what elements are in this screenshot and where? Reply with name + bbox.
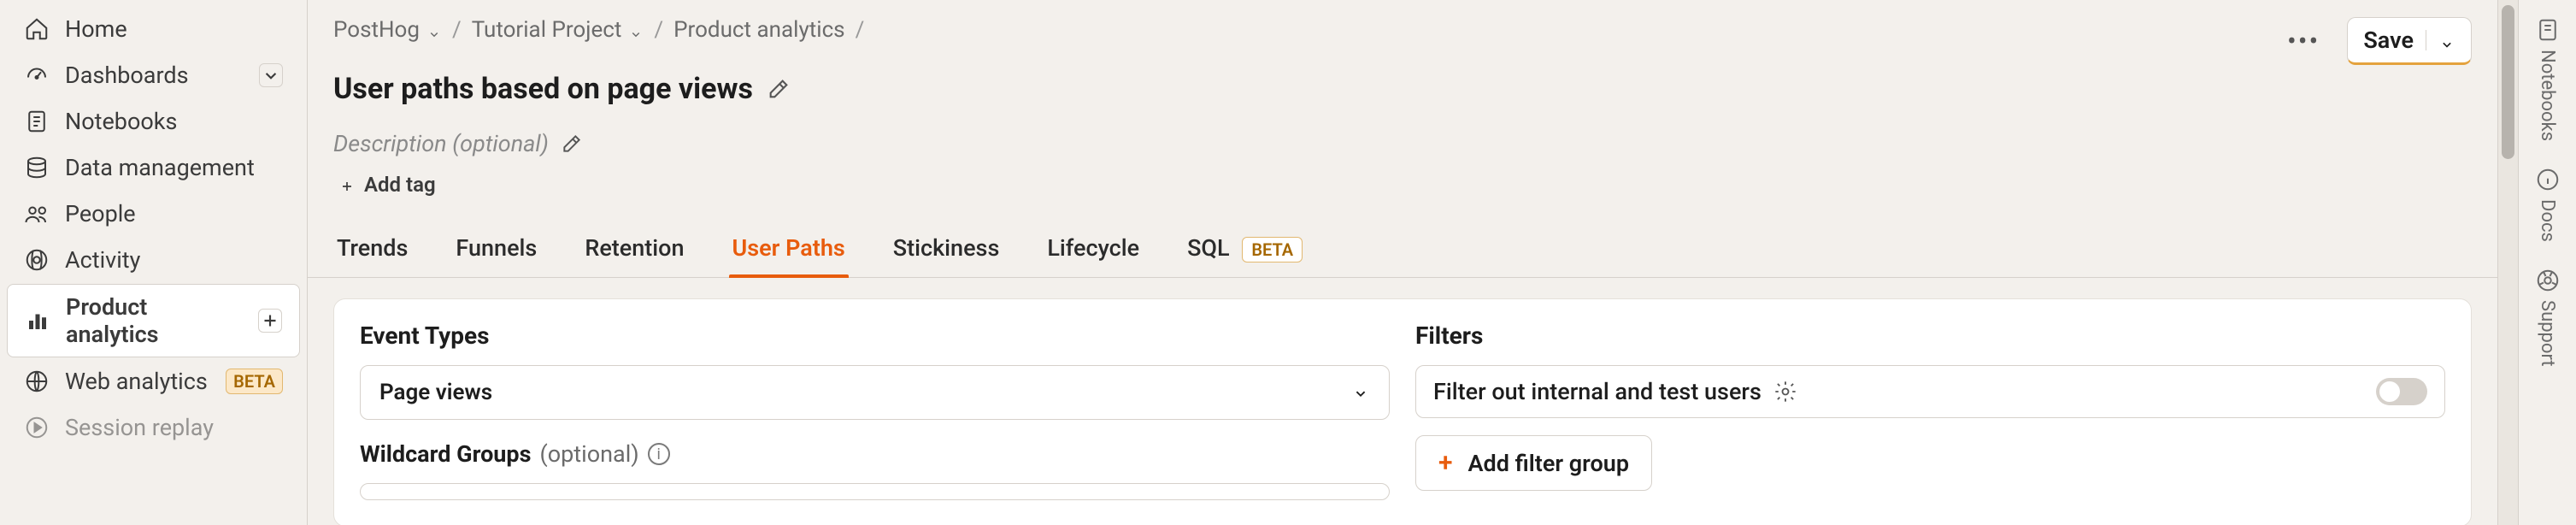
chevron-down-icon <box>628 22 644 38</box>
tab-funnels[interactable]: Funnels <box>452 224 540 277</box>
add-tag-button[interactable]: Add tag <box>333 169 441 200</box>
tab-label: SQL <box>1187 234 1230 262</box>
main-scrollbar[interactable] <box>2497 0 2518 525</box>
more-menu-button[interactable]: ••• <box>2280 21 2326 61</box>
sidebar-item-data-management[interactable]: Data management <box>7 145 300 190</box>
beta-badge: BETA <box>1242 237 1303 262</box>
tabs: Trends Funnels Retention User Paths Stic… <box>308 215 2497 278</box>
rail-item-support[interactable]: Support <box>2535 268 2561 367</box>
breadcrumb-separator: / <box>856 17 865 43</box>
play-icon <box>24 415 50 440</box>
filter-internal-label: Filter out internal and test users <box>1433 378 1761 405</box>
sidebar: Home Dashboards Notebooks Data managemen… <box>0 0 308 525</box>
sidebar-item-web-analytics[interactable]: Web analytics BETA <box>7 359 300 404</box>
rail-label: Support <box>2537 300 2558 367</box>
breadcrumb-item-posthog[interactable]: PostHog <box>333 17 442 43</box>
gear-icon[interactable] <box>1773 380 1797 404</box>
chevron-down-icon[interactable] <box>259 63 283 87</box>
sidebar-item-label: Data management <box>65 154 283 181</box>
scrollbar-thumb[interactable] <box>2502 5 2514 159</box>
globe-icon <box>24 369 50 394</box>
add-filter-group-button[interactable]: + Add filter group <box>1415 435 1652 491</box>
sidebar-item-home[interactable]: Home <box>7 7 300 51</box>
database-icon <box>24 155 50 180</box>
sidebar-item-product-analytics[interactable]: Product analytics <box>7 284 300 357</box>
save-button[interactable]: Save <box>2347 17 2472 65</box>
filter-internal-users-row: Filter out internal and test users <box>1415 365 2445 418</box>
description-placeholder[interactable]: Description (optional) <box>333 130 549 157</box>
rail-item-notebooks[interactable]: Notebooks <box>2535 17 2561 141</box>
sidebar-item-label: Session replay <box>65 414 283 441</box>
breadcrumb: PostHog / Tutorial Project / Product ana… <box>333 17 864 43</box>
optional-label: (optional) <box>540 440 639 468</box>
info-icon[interactable]: i <box>648 443 670 465</box>
breadcrumb-separator: / <box>452 17 462 43</box>
bar-chart-icon <box>25 308 50 333</box>
event-types-title: Event Types <box>360 321 1390 350</box>
plus-icon[interactable] <box>258 309 282 333</box>
sidebar-item-label: Dashboards <box>65 62 244 89</box>
beta-badge: BETA <box>226 369 283 394</box>
chevron-down-icon <box>426 22 442 38</box>
tab-user-paths[interactable]: User Paths <box>729 224 849 277</box>
rail-label: Notebooks <box>2537 50 2558 141</box>
sidebar-item-activity[interactable]: Activity <box>7 238 300 282</box>
query-config-panel: Event Types Page views Wildcard Groups (… <box>333 298 2472 525</box>
sidebar-item-people[interactable]: People <box>7 192 300 236</box>
sidebar-item-label: Web analytics <box>65 368 210 395</box>
notebook-icon <box>24 109 50 134</box>
sidebar-item-label: Product analytics <box>66 293 243 348</box>
breadcrumb-label: PostHog <box>333 17 420 43</box>
event-types-select[interactable]: Page views <box>360 365 1390 420</box>
rail-item-docs[interactable]: Docs <box>2535 167 2561 242</box>
breadcrumb-separator: / <box>654 17 663 43</box>
edit-icon[interactable] <box>767 77 791 101</box>
info-icon <box>2535 167 2561 192</box>
filters-title: Filters <box>1415 321 2445 350</box>
select-value: Page views <box>379 380 492 405</box>
sidebar-item-session-replay[interactable]: Session replay <box>7 405 300 450</box>
sidebar-item-dashboards[interactable]: Dashboards <box>7 53 300 97</box>
activity-icon <box>24 247 50 273</box>
chevron-down-icon[interactable] <box>2438 32 2455 49</box>
people-icon <box>24 201 50 227</box>
gauge-icon <box>24 62 50 88</box>
chevron-down-icon <box>1351 383 1370 402</box>
right-rail: Notebooks Docs Support <box>2518 0 2576 525</box>
wildcard-groups-label: Wildcard Groups <box>360 440 532 468</box>
breadcrumb-item-project[interactable]: Tutorial Project <box>472 17 644 43</box>
support-icon <box>2535 268 2561 293</box>
sidebar-item-notebooks[interactable]: Notebooks <box>7 99 300 144</box>
plus-icon <box>338 176 356 193</box>
wildcard-groups-input[interactable] <box>360 483 1390 500</box>
rail-label: Docs <box>2537 199 2558 242</box>
edit-icon[interactable] <box>561 133 583 155</box>
notebook-icon <box>2535 17 2561 43</box>
add-tag-label: Add tag <box>364 173 436 197</box>
tab-stickiness[interactable]: Stickiness <box>890 224 1003 277</box>
add-filter-group-label: Add filter group <box>1468 450 1630 477</box>
breadcrumb-item-section[interactable]: Product analytics <box>673 17 844 43</box>
filter-internal-toggle[interactable] <box>2376 378 2427 405</box>
page-title: User paths based on page views <box>333 72 753 106</box>
tab-lifecycle[interactable]: Lifecycle <box>1044 224 1143 277</box>
tab-trends[interactable]: Trends <box>333 224 411 277</box>
tab-retention[interactable]: Retention <box>581 224 687 277</box>
sidebar-item-label: Notebooks <box>65 108 283 135</box>
breadcrumb-label: Tutorial Project <box>472 17 622 43</box>
sidebar-item-label: Home <box>65 15 283 43</box>
breadcrumb-label: Product analytics <box>673 17 844 43</box>
sidebar-item-label: People <box>65 200 283 227</box>
sidebar-item-label: Activity <box>65 246 283 274</box>
plus-icon: + <box>1438 448 1453 478</box>
save-button-label: Save <box>2363 27 2414 54</box>
home-icon <box>24 16 50 42</box>
tab-sql[interactable]: SQL BETA <box>1184 224 1306 277</box>
main-content: PostHog / Tutorial Project / Product ana… <box>308 0 2497 525</box>
